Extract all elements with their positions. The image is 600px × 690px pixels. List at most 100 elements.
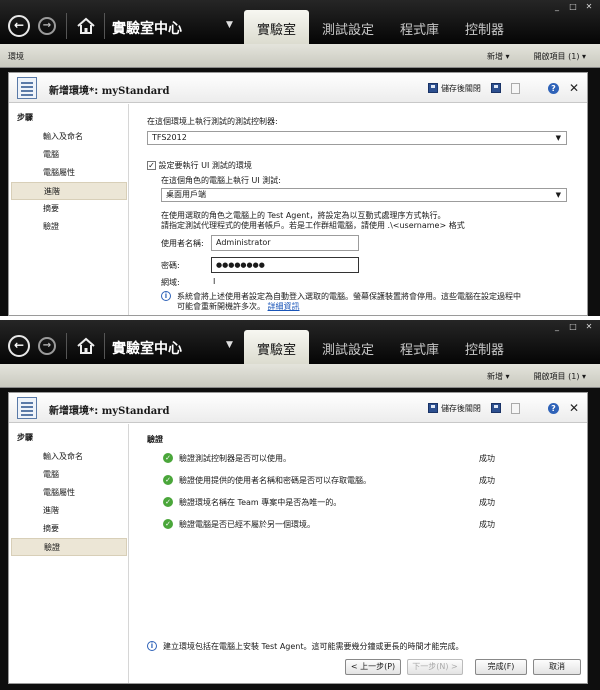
check-icon: ✓: [163, 453, 173, 463]
forward-arrow-icon[interactable]: →: [38, 17, 56, 35]
next-button[interactable]: 下一步(N) >: [407, 659, 463, 675]
new-environment-panel: 新增環境*: myStandard 儲存後關閉 ? ✕ 步驟 輸入及命名 電腦 …: [8, 392, 588, 684]
center-dropdown-icon[interactable]: ▼: [226, 340, 233, 350]
more-info-link[interactable]: 詳細資訊: [268, 302, 300, 311]
new-menu[interactable]: 新增 ▾: [487, 371, 510, 382]
back-arrow-icon[interactable]: ←: [8, 15, 30, 37]
save-icon: [428, 403, 439, 413]
step-name[interactable]: 輸入及命名: [11, 448, 127, 466]
controller-label: 在這個環境上執行測試的測試控制器:: [147, 117, 278, 126]
maximize-button[interactable]: □: [568, 2, 578, 11]
open-items-menu[interactable]: 開啟項目 (1) ▾: [534, 371, 586, 382]
verify-row-label: 驗證測試控制器是否可以使用。: [179, 454, 291, 463]
step-machines[interactable]: 電腦: [11, 146, 127, 164]
step-machine-properties[interactable]: 電腦屬性: [11, 164, 127, 182]
panel-title: 新增環境*: myStandard: [49, 86, 170, 97]
close-window-button[interactable]: ✕: [584, 322, 594, 331]
save-close-button[interactable]: 儲存後關閉: [428, 403, 481, 414]
back-arrow-icon[interactable]: ←: [8, 335, 30, 357]
ui-test-checkbox-row[interactable]: ✓ 設定要執行 UI 測試的環境: [147, 160, 252, 171]
separator: [66, 13, 67, 39]
close-window-button[interactable]: ✕: [584, 2, 594, 11]
info-message-line2-row: 可能會重新開機許多次。 詳細資訊: [177, 301, 300, 312]
screenshot-verify: _ □ ✕ ← → 實驗室中心 ▼ 實驗室 測試設定 程式庫 控制器 新增 ▾ …: [0, 320, 600, 690]
verify-row: ✓ 驗證電腦是否已經不屬於另一個環境。 成功: [163, 518, 569, 532]
check-icon: ✓: [163, 519, 173, 529]
home-icon[interactable]: [76, 336, 96, 356]
maximize-button[interactable]: □: [568, 322, 578, 331]
panel-title: 新增環境*: myStandard: [49, 406, 170, 417]
step-machines[interactable]: 電腦: [11, 466, 127, 484]
step-advanced[interactable]: 進階: [11, 502, 127, 520]
window-controls: _ □ ✕: [552, 322, 594, 331]
center-title: 實驗室中心: [112, 21, 182, 37]
steps-header: 步驟: [17, 113, 33, 122]
tab-lab[interactable]: 實驗室: [244, 10, 310, 44]
step-machine-properties[interactable]: 電腦屬性: [11, 484, 127, 502]
tab-test-settings[interactable]: 測試設定: [309, 330, 387, 364]
minimize-button[interactable]: _: [552, 2, 562, 11]
step-verify[interactable]: 驗證: [11, 218, 127, 236]
page-icon[interactable]: [510, 402, 520, 414]
minimize-button[interactable]: _: [552, 322, 562, 331]
environment-doc-icon: [17, 397, 37, 419]
tab-test-settings[interactable]: 測試設定: [309, 10, 387, 44]
info-icon: i: [147, 641, 157, 651]
new-environment-panel: 新增環境*: myStandard 儲存後關閉 ? ✕ 步驟 輸入及命名 電腦 …: [8, 72, 588, 316]
home-icon[interactable]: [76, 16, 96, 36]
step-advanced[interactable]: 進階: [11, 182, 127, 200]
tab-library[interactable]: 程式庫: [387, 10, 452, 44]
steps-sidebar: 步驟 輸入及命名 電腦 電腦屬性 進階 摘要 驗證: [9, 104, 129, 315]
role-value: 桌面用戶端: [166, 190, 206, 199]
steps-sidebar: 步驟 輸入及命名 電腦 電腦屬性 進階 摘要 驗證: [9, 424, 129, 683]
role-select[interactable]: 桌面用戶端 ▼: [161, 188, 567, 202]
environment-doc-icon: [17, 77, 37, 99]
verify-row-label: 驗證使用提供的使用者名稱和密碼是否可以存取電腦。: [179, 476, 371, 485]
verify-row: ✓ 驗證環境名稱在 Team 專案中是否為唯一的。 成功: [163, 496, 569, 510]
page-icon[interactable]: [510, 82, 520, 94]
cancel-button[interactable]: 取消: [533, 659, 581, 675]
check-icon: ✓: [163, 475, 173, 485]
help-icon[interactable]: ?: [547, 82, 559, 94]
verify-row-status: 成功: [479, 520, 495, 529]
step-summary[interactable]: 摘要: [11, 520, 127, 538]
tab-controllers[interactable]: 控制器: [452, 10, 517, 44]
save-icon[interactable]: [490, 83, 501, 93]
close-icon[interactable]: ✕: [569, 401, 579, 415]
top-navigation-bar: _ □ ✕ ← → 實驗室中心 ▼ 實驗室 測試設定 程式庫 控制器: [0, 320, 600, 364]
save-close-button[interactable]: 儲存後關閉: [428, 83, 481, 94]
help-icon[interactable]: ?: [547, 402, 559, 414]
screenshot-advanced: _ □ ✕ ← → 實驗室中心 ▼ 實驗室 測試設定 程式庫 控制器 環境 新增…: [0, 0, 600, 316]
step-name[interactable]: 輸入及命名: [11, 128, 127, 146]
verify-row: ✓ 驗證測試控制器是否可以使用。 成功: [163, 452, 569, 466]
username-label: 使用者名稱:: [161, 239, 204, 248]
open-items-menu[interactable]: 開啟項目 (1) ▾: [534, 51, 586, 62]
close-icon[interactable]: ✕: [569, 81, 579, 95]
verify-row-label: 驗證電腦是否已經不屬於另一個環境。: [179, 520, 315, 529]
tab-lab[interactable]: 實驗室: [244, 330, 310, 364]
controller-value: TFS2012: [152, 133, 187, 142]
center-dropdown-icon[interactable]: ▼: [226, 20, 233, 30]
username-input[interactable]: Administrator: [211, 235, 359, 251]
advanced-content: 在這個環境上執行測試的測試控制器: TFS2012 ▼ ✓ 設定要執行 UI 測試…: [139, 104, 579, 315]
controller-select[interactable]: TFS2012 ▼: [147, 131, 567, 145]
panel-toolbar: 儲存後關閉 ? ✕: [428, 401, 579, 415]
center-title: 實驗室中心: [112, 341, 182, 357]
info-icon: i: [161, 291, 171, 301]
chevron-down-icon: ▼: [555, 134, 561, 142]
step-summary[interactable]: 摘要: [11, 200, 127, 218]
new-menu[interactable]: 新增 ▾: [487, 51, 510, 62]
check-icon: ✓: [163, 497, 173, 507]
ui-test-checkbox[interactable]: ✓: [147, 161, 156, 170]
previous-button[interactable]: < 上一步(P): [345, 659, 401, 675]
finish-button[interactable]: 完成(F): [475, 659, 527, 675]
agent-description-line2: 請指定測試代理程式的使用者帳戶。若是工作群組電腦，請使用 .\<username…: [161, 221, 465, 230]
save-icon[interactable]: [490, 403, 501, 413]
step-verify[interactable]: 驗證: [11, 538, 127, 556]
domain-input[interactable]: I: [213, 277, 215, 286]
forward-arrow-icon[interactable]: →: [38, 337, 56, 355]
password-input[interactable]: ●●●●●●●●: [211, 257, 359, 273]
tab-library[interactable]: 程式庫: [387, 330, 452, 364]
tab-controllers[interactable]: 控制器: [452, 330, 517, 364]
steps-header: 步驟: [17, 433, 33, 442]
